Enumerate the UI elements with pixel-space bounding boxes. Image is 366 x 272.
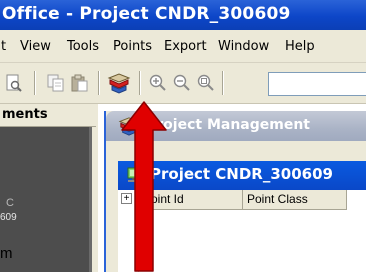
- documents-panel: ments C 609: [0, 104, 98, 272]
- copy-icon[interactable]: [46, 73, 66, 93]
- paste-icon[interactable]: [70, 73, 90, 93]
- zoom-in-icon[interactable]: [148, 73, 168, 93]
- toolbar-separator: [34, 71, 36, 95]
- menu-help[interactable]: Help: [285, 39, 315, 54]
- menu-edit[interactable]: t: [1, 39, 6, 54]
- menu-export[interactable]: Export: [164, 39, 207, 54]
- project-title: Project CNDR_300609: [150, 165, 333, 183]
- column-header-label: Point Class: [247, 192, 308, 206]
- panel-title: ments: [2, 107, 48, 122]
- app-title: Office - Project CNDR_300609: [2, 4, 291, 24]
- menu-bar: t View Tools Points Export Window Help: [0, 30, 366, 63]
- toolbar-separator: [222, 71, 224, 95]
- project-manager-icon[interactable]: [107, 72, 131, 94]
- panel-header: ments: [0, 104, 96, 127]
- menu-points[interactable]: Points: [113, 39, 152, 54]
- column-header-point-class[interactable]: Point Class: [243, 190, 347, 210]
- panel-splitter[interactable]: [89, 127, 92, 272]
- panel-body[interactable]: C 609: [0, 127, 92, 272]
- menu-tools[interactable]: Tools: [67, 39, 99, 54]
- zoom-out-icon[interactable]: [172, 73, 192, 93]
- toolbar: [0, 63, 366, 104]
- menu-window[interactable]: Window: [218, 39, 269, 54]
- grid-body[interactable]: [139, 210, 366, 272]
- print-preview-icon[interactable]: [4, 73, 24, 93]
- toolbar-combo[interactable]: [268, 72, 366, 96]
- project-management-title: Project Management: [146, 117, 310, 133]
- menu-view[interactable]: View: [20, 39, 51, 54]
- toolbar-separator: [98, 71, 100, 95]
- toolbar-separator: [139, 71, 141, 95]
- panel-item-letter: C: [6, 197, 14, 209]
- panel-item-label[interactable]: 609: [0, 212, 17, 223]
- zoom-extents-icon[interactable]: [196, 73, 216, 93]
- points-grid: Point Id Point Class: [139, 190, 366, 272]
- app-screenshot: Office - Project CNDR_300609 t View Tool…: [0, 0, 366, 272]
- app-title-bar[interactable]: Office - Project CNDR_300609: [0, 0, 366, 30]
- status-letter: m: [0, 245, 13, 262]
- annotation-arrow: [121, 101, 167, 272]
